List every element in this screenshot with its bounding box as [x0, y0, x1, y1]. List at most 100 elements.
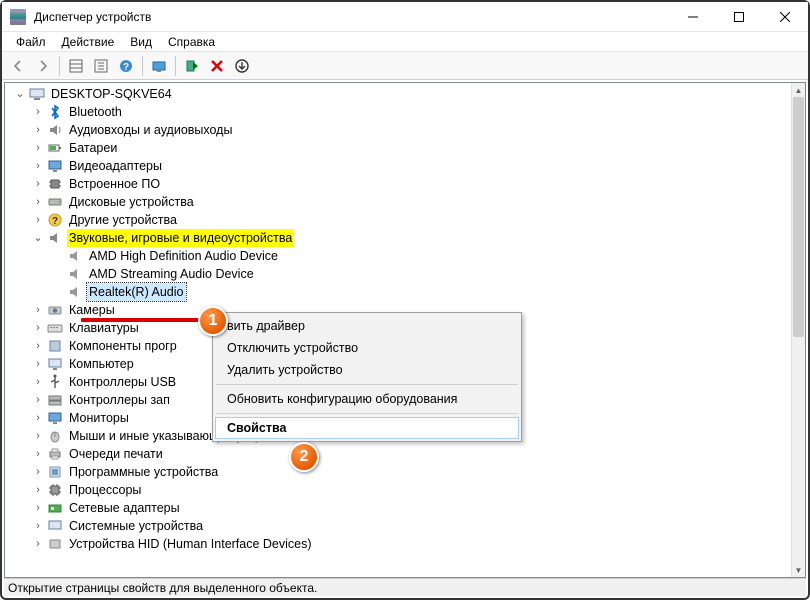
maximize-button[interactable]: [716, 2, 762, 31]
menu-bar: Файл Действие Вид Справка: [2, 32, 808, 52]
tree-label: Батареи: [67, 139, 119, 157]
expand-icon[interactable]: ›: [31, 375, 45, 389]
ctx-uninstall-device[interactable]: Удалить устройство: [215, 359, 519, 381]
tree-disk[interactable]: ›Дисковые устройства: [9, 193, 805, 211]
tree-sound-category[interactable]: ⌄ Звуковые, игровые и видеоустройства: [9, 229, 805, 247]
toolbar-enable-button[interactable]: [180, 54, 204, 78]
expand-icon[interactable]: ›: [31, 429, 45, 443]
computer-icon: [47, 356, 63, 372]
ctx-label: Обновить конфигурацию оборудования: [227, 392, 457, 406]
expand-icon[interactable]: ›: [31, 105, 45, 119]
toolbar-scan-button[interactable]: [147, 54, 171, 78]
ctx-scan-hardware[interactable]: Обновить конфигурацию оборудования: [215, 388, 519, 410]
scroll-up-icon[interactable]: ▲: [792, 83, 805, 97]
tree-sound-realtek[interactable]: Realtek(R) Audio: [9, 283, 805, 301]
expand-icon[interactable]: ›: [31, 537, 45, 551]
tree-sound-amd-hd[interactable]: AMD High Definition Audio Device: [9, 247, 805, 265]
menu-file[interactable]: Файл: [8, 33, 54, 51]
tree-bluetooth[interactable]: › Bluetooth: [9, 103, 805, 121]
title-bar: Диспетчер устройств: [2, 2, 808, 32]
toolbar-properties-button[interactable]: [89, 54, 113, 78]
system-icon: [47, 518, 63, 534]
expand-icon[interactable]: ›: [31, 483, 45, 497]
menu-action[interactable]: Действие: [54, 33, 123, 51]
ctx-disable-device[interactable]: Отключить устройство: [215, 337, 519, 359]
close-button[interactable]: [762, 2, 808, 31]
tree-label: Bluetooth: [67, 103, 124, 121]
tree-display[interactable]: › Видеоадаптеры: [9, 157, 805, 175]
toolbar-forward-button[interactable]: [31, 54, 55, 78]
expand-icon[interactable]: ›: [31, 303, 45, 317]
scroll-down-icon[interactable]: ▼: [792, 563, 805, 577]
collapse-icon[interactable]: ⌄: [13, 87, 27, 101]
unknown-icon: ?: [47, 212, 63, 228]
ctx-separator: [216, 384, 518, 385]
tree-batteries[interactable]: › Батареи: [9, 139, 805, 157]
tree-label: Аудиовходы и аудиовыходы: [67, 121, 234, 139]
tree-root[interactable]: ⌄ DESKTOP-SQKVE64: [9, 85, 805, 103]
mouse-icon: [47, 428, 63, 444]
tree-label: Очереди печати: [67, 445, 165, 463]
expand-icon[interactable]: ›: [31, 411, 45, 425]
tree-label: Сетевые адаптеры: [67, 499, 182, 517]
svg-text:?: ?: [123, 62, 129, 73]
expand-icon[interactable]: ›: [31, 159, 45, 173]
expand-icon[interactable]: ›: [31, 177, 45, 191]
tree-label: Другие устройства: [67, 211, 179, 229]
tree-software-devices[interactable]: ›Программные устройства: [9, 463, 805, 481]
toolbar-update-button[interactable]: [230, 54, 254, 78]
expand-icon[interactable]: ›: [31, 213, 45, 227]
toolbar: ?: [2, 52, 808, 80]
keyboard-icon: [47, 320, 63, 336]
expand-icon[interactable]: ›: [31, 465, 45, 479]
toolbar-show-tree-button[interactable]: [64, 54, 88, 78]
tree-sound-amd-stream[interactable]: AMD Streaming Audio Device: [9, 265, 805, 283]
collapse-icon[interactable]: ⌄: [31, 231, 45, 245]
tree-label: Звуковые, игровые и видеоустройства: [67, 229, 294, 247]
ctx-properties[interactable]: Свойства: [215, 417, 519, 439]
hid-icon: [47, 536, 63, 552]
expand-icon[interactable]: ›: [31, 519, 45, 533]
menu-help[interactable]: Справка: [160, 33, 223, 51]
expand-icon[interactable]: ›: [31, 393, 45, 407]
tree-hid[interactable]: ›Устройства HID (Human Interface Devices…: [9, 535, 805, 553]
scrollbar-thumb[interactable]: [793, 97, 804, 337]
expand-icon[interactable]: ›: [31, 321, 45, 335]
speaker-icon: [47, 230, 63, 246]
tree-audio-io[interactable]: › Аудиовходы и аудиовыходы: [9, 121, 805, 139]
window-controls: [670, 2, 808, 31]
expand-icon[interactable]: ›: [31, 195, 45, 209]
tree-label: Видеоадаптеры: [67, 157, 164, 175]
toolbar-help-button[interactable]: ?: [114, 54, 138, 78]
ctx-label: Удалить устройство: [227, 363, 343, 377]
tree-other[interactable]: ›?Другие устройства: [9, 211, 805, 229]
speaker-icon: [47, 122, 63, 138]
minimize-button[interactable]: [670, 2, 716, 31]
expand-icon[interactable]: ›: [31, 501, 45, 515]
tree-print-queues[interactable]: › Очереди печати: [9, 445, 805, 463]
tree-label: DESKTOP-SQKVE64: [49, 85, 174, 103]
expand-icon[interactable]: ›: [31, 123, 45, 137]
storage-icon: [47, 392, 63, 408]
tree-label: Встроенное ПО: [67, 175, 162, 193]
tree-network[interactable]: › Сетевые адаптеры: [9, 499, 805, 517]
expand-icon[interactable]: ›: [31, 447, 45, 461]
tree-firmware[interactable]: › Встроенное ПО: [9, 175, 805, 193]
annotation-callout-1: 1: [198, 306, 228, 336]
ctx-update-driver[interactable]: вить драйвер: [215, 315, 519, 337]
tree-label: Контроллеры зап: [67, 391, 172, 409]
tree-system[interactable]: ›Системные устройства: [9, 517, 805, 535]
tree-label: Камеры: [67, 301, 117, 319]
tree-cpus[interactable]: ›Процессоры: [9, 481, 805, 499]
menu-view[interactable]: Вид: [122, 33, 160, 51]
toolbar-separator: [142, 56, 143, 76]
bluetooth-icon: [47, 104, 63, 120]
expand-icon[interactable]: ›: [31, 141, 45, 155]
expand-icon[interactable]: ›: [31, 357, 45, 371]
vertical-scrollbar[interactable]: ▲ ▼: [791, 83, 805, 577]
toolbar-separator: [175, 56, 176, 76]
speaker-icon: [67, 266, 83, 282]
expand-icon[interactable]: ›: [31, 339, 45, 353]
toolbar-back-button[interactable]: [6, 54, 30, 78]
toolbar-uninstall-button[interactable]: [205, 54, 229, 78]
